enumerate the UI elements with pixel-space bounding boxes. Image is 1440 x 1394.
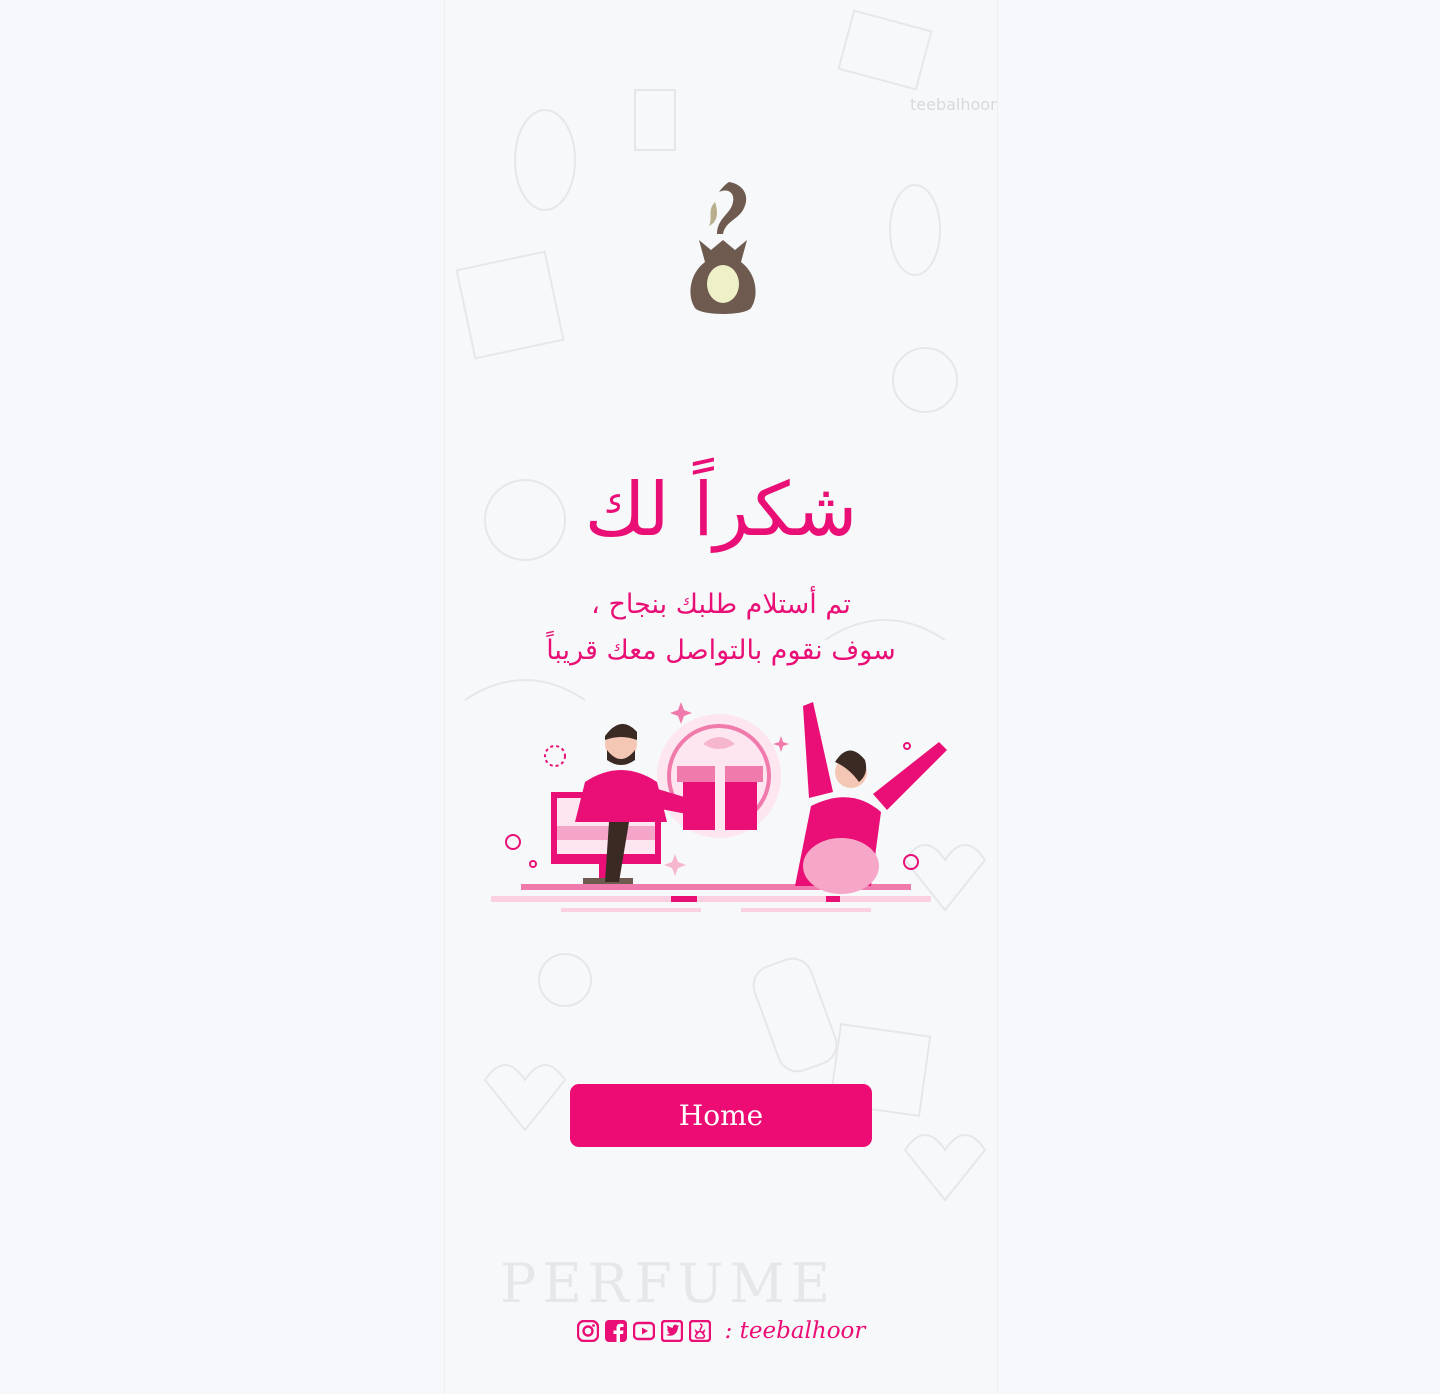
instagram-icon[interactable] (576, 1320, 599, 1342)
page: PERFUME teebalhoor شكراً لك تم أستلام طل… (0, 0, 1440, 1394)
social-footer: : teebalhoor (445, 1313, 997, 1349)
perfume-burner-logo (690, 182, 756, 314)
youtube-icon[interactable] (632, 1320, 655, 1342)
thank-you-title: شكراً لك (584, 467, 858, 553)
confirmation-line-2: سوف نقوم بالتواصل معك قريباً (546, 635, 896, 666)
home-button[interactable]: Home (570, 1084, 872, 1147)
teebalhoor-icon[interactable] (688, 1320, 711, 1342)
svg-text:teebalhoor: teebalhoor (910, 95, 997, 114)
gift-delivery-illustration (491, 702, 947, 912)
confirmation-message: تم أستلام طلبك بنجاح ، سوف نقوم بالتواصل… (445, 582, 997, 674)
facebook-icon[interactable] (604, 1320, 627, 1342)
social-handle: : teebalhoor (724, 1318, 866, 1344)
twitter-icon[interactable] (660, 1320, 683, 1342)
content-panel: PERFUME teebalhoor شكراً لك تم أستلام طل… (444, 0, 998, 1394)
confirmation-line-1: تم أستلام طلبك بنجاح ، (591, 589, 851, 620)
svg-text:PERFUME: PERFUME (500, 1252, 836, 1315)
